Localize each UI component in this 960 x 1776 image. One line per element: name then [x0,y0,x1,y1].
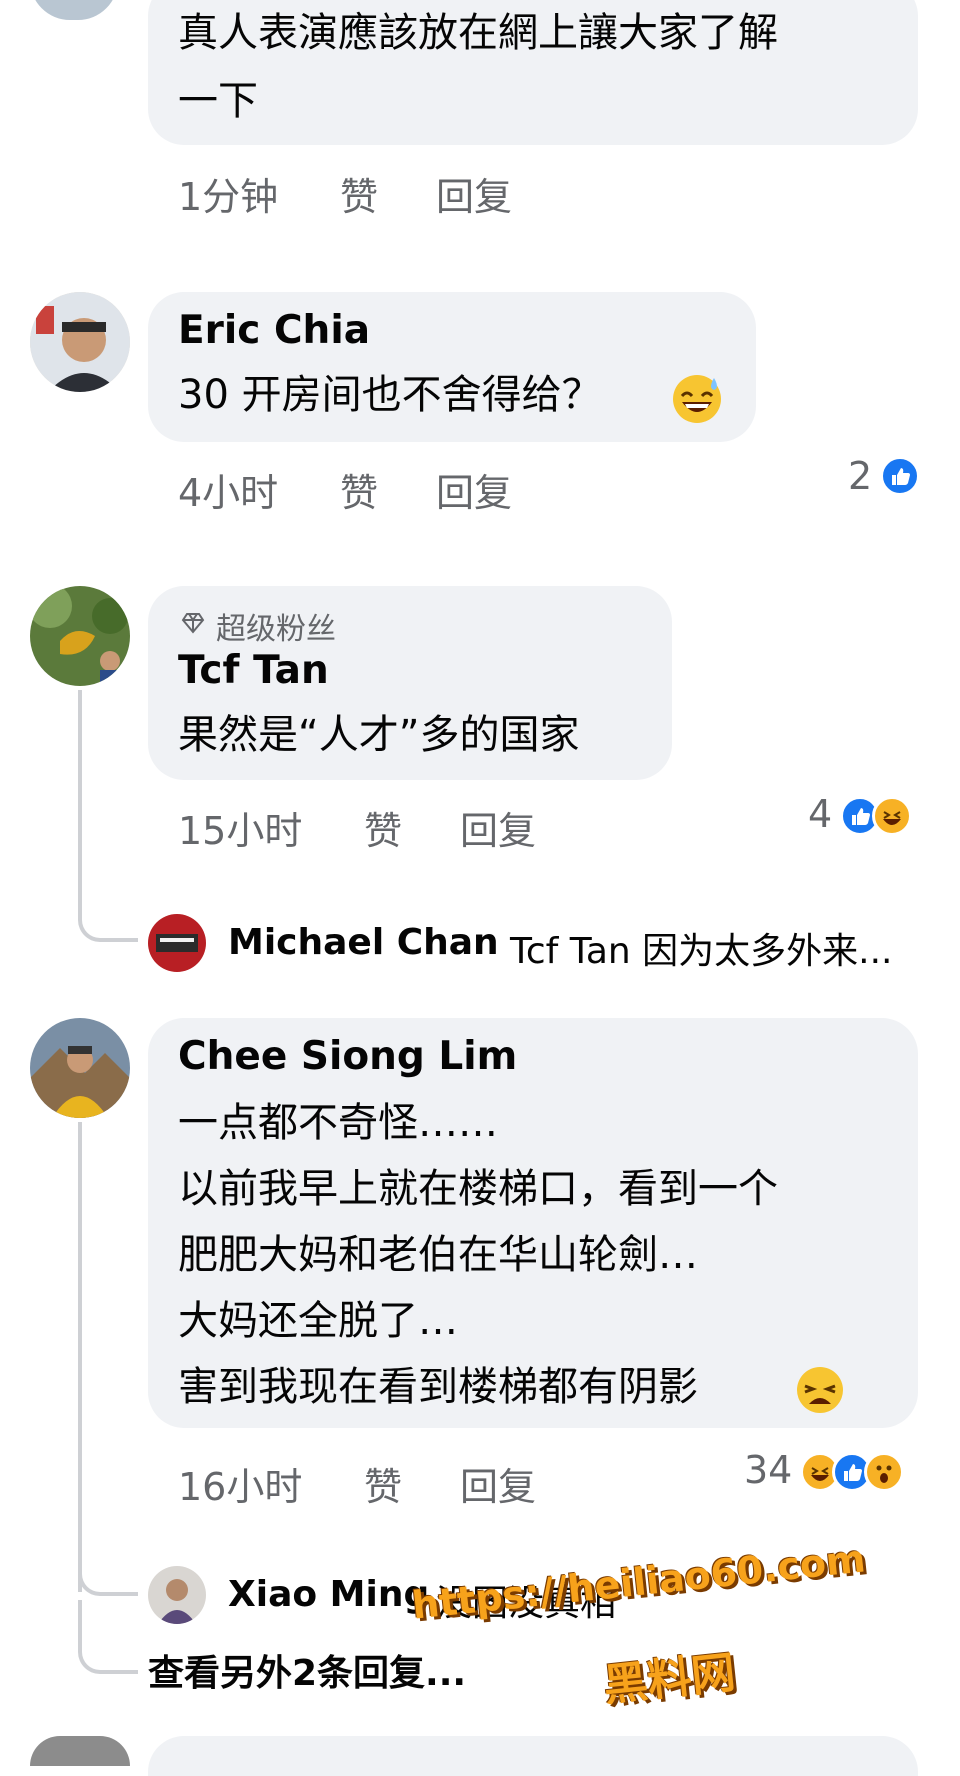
reply-button[interactable]: 回复 [460,1456,536,1511]
view-more-replies-link[interactable]: 查看另外2条回复... [148,1644,466,1696]
reply-thread-line [78,690,138,942]
comment-text-line: 以前我早上就在楼梯口，看到一个 [178,1166,778,1212]
wow-reaction-icon [864,1452,904,1492]
reply-author[interactable]: Xiao Ming [228,1574,429,1615]
avatar-photo [148,914,206,972]
like-button[interactable]: 赞 [340,166,378,221]
reaction-count[interactable]: 4 [808,792,832,836]
reply-button[interactable]: 回复 [460,800,536,855]
comment-author[interactable]: Eric Chia [178,308,370,353]
reply-thread-line [78,1500,138,1596]
commenter-avatar[interactable] [30,586,130,686]
avatar-photo [30,1018,130,1118]
haha-reaction-icon [872,796,912,836]
comment-time: 4小时 [178,471,279,515]
reaction-count[interactable]: 34 [744,1448,792,1492]
comment-author[interactable]: Chee Siong Lim [178,1034,517,1079]
comment-author[interactable]: Tcf Tan [178,648,329,693]
like-button[interactable]: 赞 [364,800,402,855]
comment-text-line: 大妈还全脱了… [178,1298,458,1344]
comment-text-line: 一下 [178,78,258,124]
commenter-avatar[interactable] [30,1018,130,1118]
watermark-name: 黑料网 [601,1647,738,1712]
comment-bubble [148,1736,918,1776]
reply-author[interactable]: Michael Chan [228,922,499,963]
reaction-count[interactable]: 2 [848,454,872,498]
comment-time: 15小时 [178,809,303,853]
avatar-photo [148,1566,206,1624]
reply-avatar[interactable] [148,1566,206,1624]
comment-text-line: 肥肥大妈和老伯在华山轮劍… [178,1232,698,1278]
watermark-url: https://heiliao60.com [410,1536,868,1628]
avatar-photo [30,586,130,686]
comment-text-line: 30 开房间也不舍得给？ [178,372,602,418]
comment-time: 1分钟 [178,175,279,219]
comment-text-line: 真人表演應該放在網上讓大家了解 [178,10,778,56]
like-button[interactable]: 赞 [340,462,378,517]
reply-text[interactable]: Tcf Tan 因为太多外来... [510,922,892,974]
comment-text-line: 果然是“人才”多的国家 [178,712,580,758]
reply-button[interactable]: 回复 [436,462,512,517]
super-fan-badge: 超级粉丝 [216,612,336,647]
comment-text-line: 一点都不奇怪…… [178,1100,498,1146]
comment-text-line: 害到我现在看到楼梯都有阴影 [178,1364,698,1410]
reply-avatar[interactable] [148,914,206,972]
like-button[interactable]: 赞 [364,1456,402,1511]
avatar-photo [30,292,130,392]
like-reaction-icon [880,456,920,496]
comment-time: 16小时 [178,1465,303,1509]
reply-button[interactable]: 回复 [436,166,512,221]
commenter-avatar[interactable] [30,292,130,392]
reply-thread-line [78,1600,138,1674]
sweat-smile-emoji-icon [673,375,721,423]
commenter-avatar[interactable] [30,0,118,20]
super-fan-badge-icon [181,613,205,634]
weary-face-emoji-icon [797,1367,843,1413]
commenter-avatar[interactable] [30,1736,130,1766]
